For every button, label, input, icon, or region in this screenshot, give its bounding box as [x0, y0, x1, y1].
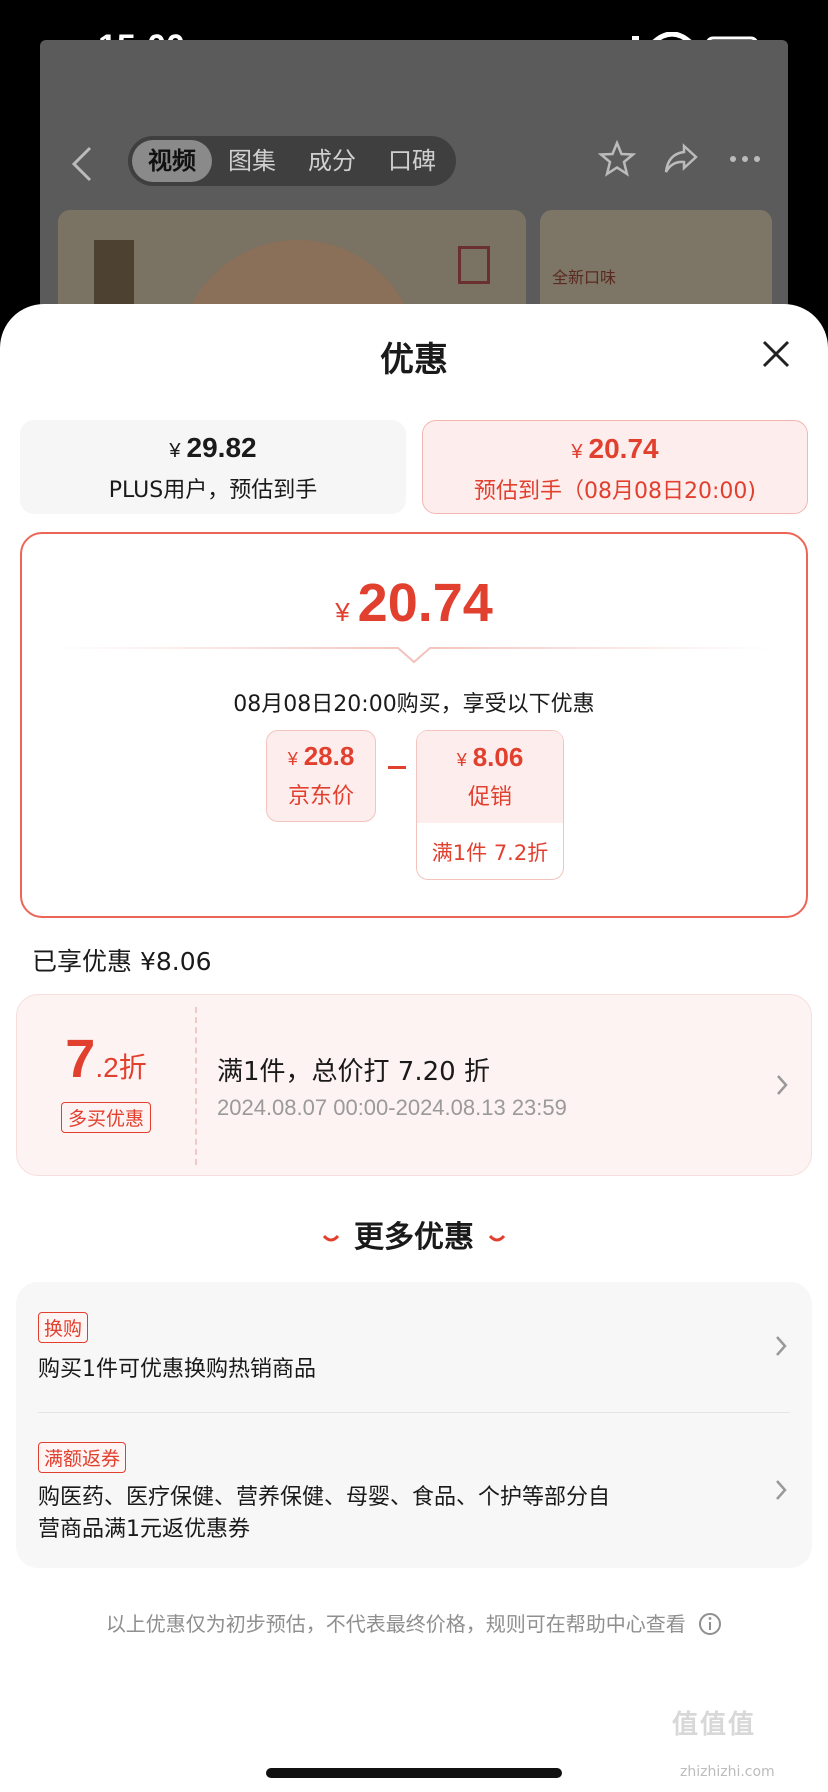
coupon-tag: 满额返券 — [38, 1442, 127, 1473]
discount-badge: 7.2折 多买优惠 — [17, 995, 195, 1177]
divider — [38, 1412, 790, 1413]
more-icon[interactable] — [726, 140, 764, 178]
multi-buy-discount-card[interactable]: 7.2折 多买优惠 满1件，总价打 7.20 折 2024.08.07 00:0… — [16, 994, 812, 1176]
watermark-url: zhizhizhi.com — [680, 1764, 775, 1780]
more-discounts-card: 换购 购买1件可优惠换购热销商品 满额返券 购医药、医疗保健、营养保健、母婴、食… — [16, 1282, 812, 1568]
close-icon[interactable] — [756, 334, 796, 374]
share-icon[interactable] — [662, 140, 700, 178]
divider-notch — [52, 647, 776, 664]
tab-gallery[interactable]: 图集 — [212, 140, 292, 182]
final-price: ¥20.74 — [22, 572, 806, 634]
background-page: 视频 图集 成分 口碑 全新口味 — [40, 40, 788, 320]
promo-chip: ¥8.06 促销 满1件 7.2折 — [416, 730, 564, 880]
purchase-note: 08月08日20:00购买，享受以下优惠 — [233, 692, 595, 717]
more-title: 更多优惠 — [354, 1220, 474, 1255]
plus-price-label: PLUS用户，预估到手 — [108, 478, 318, 503]
jd-price-label: 京东价 — [287, 784, 354, 809]
currency-symbol: ¥ — [287, 749, 298, 769]
discount-big: 7 — [65, 1029, 96, 1089]
more-discounts-heading: 更多优惠 — [0, 1212, 828, 1256]
dashed-separator — [195, 1007, 197, 1165]
currency-symbol: ¥ — [169, 440, 181, 462]
currency-symbol: ¥ — [335, 597, 350, 627]
background-actions — [598, 140, 764, 178]
smile-right-icon — [488, 1234, 506, 1241]
coupon-text-line2[interactable]: 营商品满1元返优惠券 — [38, 1514, 250, 1546]
plus-price: 29.82 — [186, 432, 257, 463]
footnote-text: 以上优惠仅为初步预估，不代表最终价格，规则可在帮助中心查看 — [105, 1612, 686, 1636]
minus-sign — [388, 766, 406, 769]
discount-date: 2024.08.07 00:00-2024.08.13 23:59 — [217, 1095, 567, 1120]
jd-price-value: 28.8 — [303, 741, 355, 771]
tab-ingredients[interactable]: 成分 — [292, 140, 372, 182]
currency-symbol: ¥ — [571, 441, 583, 463]
price-breakdown-card: ¥20.74 08月08日20:00购买，享受以下优惠 ¥28.8 京东价 ¥8… — [20, 532, 808, 918]
tab-video[interactable]: 视频 — [132, 140, 212, 182]
footnote: 以上优惠仅为初步预估，不代表最终价格，规则可在帮助中心查看 — [0, 1608, 828, 1637]
final-price-value: 20.74 — [357, 573, 493, 633]
estimated-price-label: 预估到手（08月08日20:00) — [474, 479, 756, 504]
tab-reviews[interactable]: 口碑 — [372, 140, 452, 182]
estimated-price: 20.74 — [588, 433, 659, 464]
chevron-right-icon[interactable] — [774, 1478, 788, 1502]
sheet-title: 优惠 — [380, 340, 448, 380]
currency-symbol: ¥ — [456, 750, 467, 770]
star-icon[interactable] — [598, 140, 636, 178]
exchange-text[interactable]: 购买1件可优惠换购热销商品 — [38, 1354, 316, 1386]
info-icon[interactable] — [698, 1612, 722, 1636]
watermark: 值值值 — [672, 1710, 757, 1740]
jd-price-chip: ¥28.8 京东价 — [266, 730, 376, 822]
plus-price-box[interactable]: ¥29.82 PLUS用户，预估到手 — [20, 420, 406, 514]
discount-small: .2折 — [95, 1052, 147, 1083]
back-icon[interactable] — [70, 146, 94, 182]
chevron-right-icon[interactable] — [774, 1334, 788, 1358]
home-indicator[interactable] — [266, 1768, 562, 1778]
enjoyed-discount: 已享优惠 ¥8.06 — [32, 947, 212, 976]
discount-tag: 多买优惠 — [60, 1102, 151, 1133]
promo-label: 促销 — [467, 785, 512, 810]
smile-left-icon — [322, 1234, 340, 1241]
promo-rule: 满1件 7.2折 — [431, 841, 549, 865]
chevron-right-icon[interactable] — [775, 1073, 789, 1097]
background-tabs: 视频 图集 成分 口碑 — [128, 136, 456, 186]
coupon-text-line1[interactable]: 购医药、医疗保健、营养保健、母婴、食品、个护等部分自 — [38, 1482, 610, 1514]
promo-value: 8.06 — [472, 742, 524, 772]
estimated-price-box[interactable]: ¥20.74 预估到手（08月08日20:00) — [422, 420, 808, 514]
discount-title: 满1件，总价打 7.20 折 — [217, 1057, 490, 1087]
card-text: 全新口味 — [552, 268, 617, 287]
discount-sheet: 优惠 ¥29.82 PLUS用户，预估到手 ¥20.74 预估到手（08月08日… — [0, 304, 828, 1792]
exchange-tag: 换购 — [38, 1312, 89, 1343]
